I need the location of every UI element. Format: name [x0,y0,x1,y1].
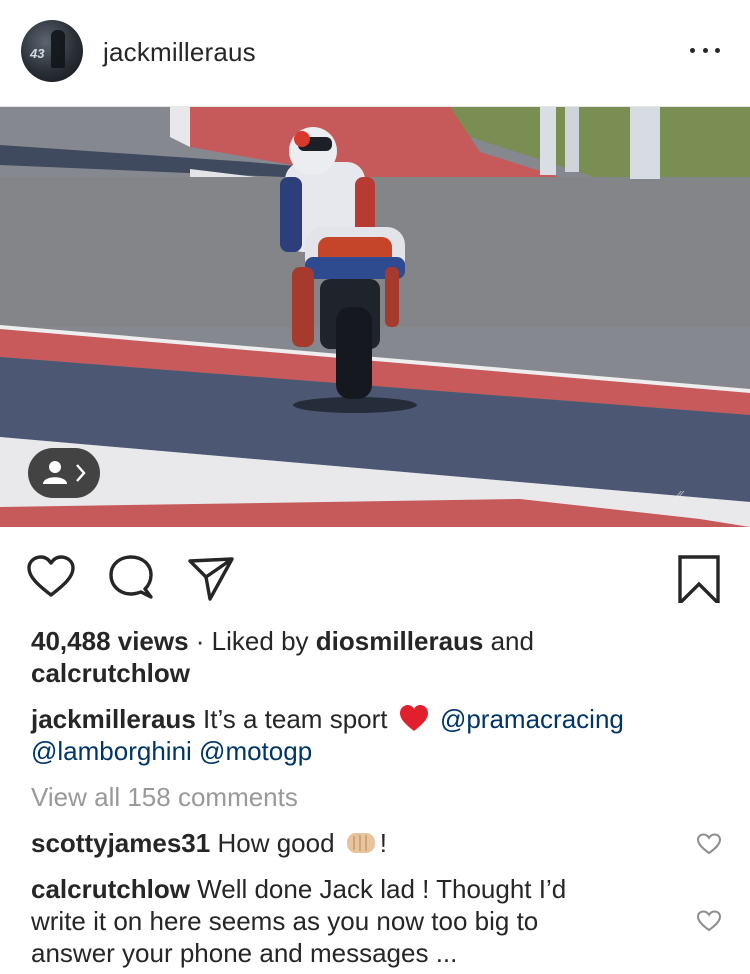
small-heart-icon[interactable] [696,909,722,933]
mention-lamborghini[interactable]: @lamborghini [31,736,192,766]
liked-by-and: and [483,626,534,656]
comment-1: scottyjames31 How good ! [31,828,387,859]
mention-motogp[interactable]: @motogp [199,736,312,766]
liked-by-prefix: · Liked by [188,626,316,656]
race-track-scene: ⁄⁄ [0,107,750,527]
view-all-comments[interactable]: View all 158 comments [31,782,298,813]
avatar[interactable]: 43 [21,20,83,82]
views-count[interactable]: 40,488 views [31,626,189,656]
more-options-icon[interactable] [690,40,720,60]
comment-2-username[interactable]: calcrutchlow [31,874,190,904]
heart-icon[interactable] [26,553,76,603]
avatar-number: 43 [30,46,45,61]
comment-2-text-line3: answer your phone and messages ... [31,938,458,968]
views-liked-line: 40,488 views · Liked by diosmilleraus an… [31,626,534,657]
small-heart-icon[interactable] [696,832,722,856]
caption-line2: @lamborghini @motogp [31,736,312,767]
action-bar [0,545,750,608]
avatar-figure [51,30,65,68]
caption-text: It’s a team sport [195,704,395,734]
fist-bump-emoji [346,833,375,853]
post-username[interactable]: jackmilleraus [103,37,256,68]
caption-line1: jackmilleraus It’s a team sport @pramacr… [31,704,624,735]
comment-icon[interactable] [106,553,156,603]
post-video[interactable]: ⁄⁄ [0,107,750,527]
comment-1-text-end: ! [379,828,387,858]
comment-1-username[interactable]: scottyjames31 [31,828,210,858]
share-icon[interactable] [186,553,236,603]
comment-2-text-line1: Well done Jack lad ! Thought I’d [189,874,567,904]
liked-by-user2[interactable]: calcrutchlow [31,658,190,688]
red-heart-emoji [399,705,428,731]
comment-2-line1: calcrutchlow Well done Jack lad ! Though… [31,874,566,905]
comment-2-text-line2: write it on here seems as you now too bi… [31,906,539,936]
liked-by-user1[interactable]: diosmilleraus [316,626,484,656]
comment-1-text: How good [210,828,342,858]
mention-pramacracing[interactable]: @pramacracing [440,704,624,734]
liked-by-line2: calcrutchlow [31,658,190,689]
bookmark-icon[interactable] [674,553,724,608]
caption-username[interactable]: jackmilleraus [31,704,196,734]
post-header: 43 jackmilleraus [0,0,750,107]
tagged-people-icon[interactable] [28,448,100,498]
